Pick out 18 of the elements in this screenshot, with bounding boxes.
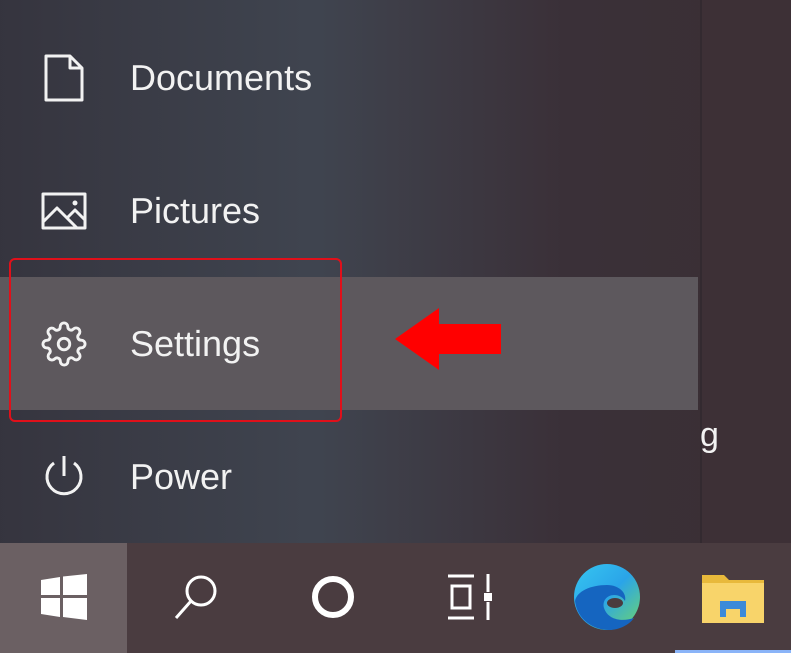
menu-item[interactable]: Power [0,410,698,543]
circle-icon [310,574,354,618]
menu-item-label: Power [130,454,232,498]
arrow-icon [395,308,501,370]
menu-item[interactable]: Settings [0,277,698,410]
browser-logo-icon [572,562,640,630]
picture-icon [41,192,87,230]
taskbar-button[interactable] [0,543,127,653]
menu-item-label: Pictures [130,188,260,232]
document-icon [42,54,86,102]
menu-item[interactable]: Documents [0,11,698,144]
menu-item-label: Settings [130,322,260,366]
windows-logo-icon [40,574,86,620]
settings-icon [41,320,87,366]
task-view-icon [446,574,494,620]
tile-label: g [700,418,720,452]
menu-item-label: Documents [130,56,312,100]
menu-item[interactable]: Pictures [0,144,698,277]
